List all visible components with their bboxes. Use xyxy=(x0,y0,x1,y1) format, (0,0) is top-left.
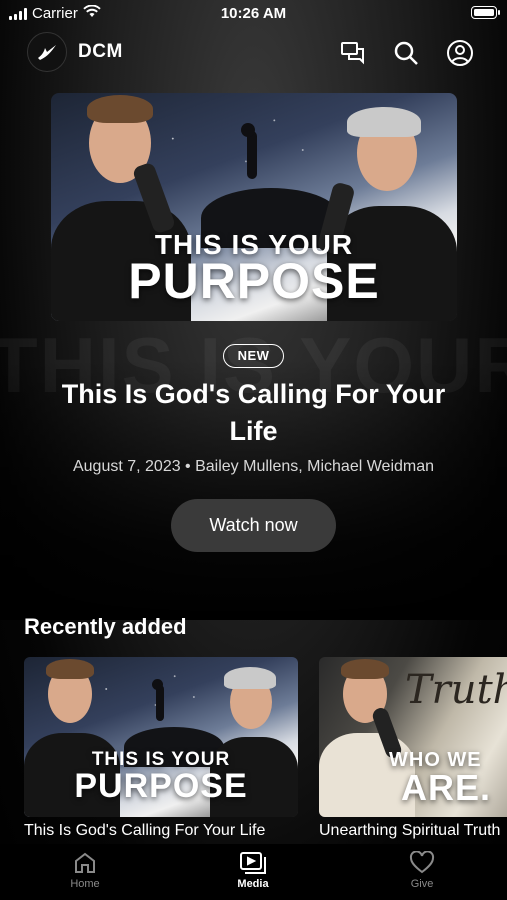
tab-media[interactable]: Media xyxy=(213,848,293,890)
tab-home-label: Home xyxy=(70,878,100,890)
home-icon xyxy=(45,848,125,878)
chat-icon[interactable] xyxy=(338,38,368,68)
tab-bar: Home Media Give xyxy=(0,844,507,900)
media-card-title[interactable]: This Is God's Calling For Your Life xyxy=(24,822,298,840)
tab-give-label: Give xyxy=(410,878,434,890)
media-card-title[interactable]: Unearthing Spiritual Truth xyxy=(319,822,507,840)
recently-added-heading: Recently added xyxy=(24,614,187,639)
media-icon xyxy=(213,848,293,878)
new-badge: NEW xyxy=(223,344,284,368)
hero-thumb-line2: PURPOSE xyxy=(128,253,380,309)
card-thumb-script: Truth xyxy=(405,667,507,713)
tab-home[interactable]: Home xyxy=(45,848,125,890)
card2-thumb-line2: ARE. xyxy=(401,767,492,808)
card-thumb-line2: PURPOSE xyxy=(74,767,248,805)
media-card[interactable]: THIS IS YOUR PURPOSE xyxy=(24,657,298,817)
heart-icon xyxy=(382,848,462,878)
hero-title[interactable]: This Is God's Calling For Your Life xyxy=(40,376,467,450)
brand-name: DCM xyxy=(78,41,123,62)
search-icon[interactable] xyxy=(391,38,421,68)
clock: 10:26 AM xyxy=(220,5,287,22)
hero-meta: August 7, 2023 • Bailey Mullens, Michael… xyxy=(72,458,435,475)
watch-now-button[interactable]: Watch now xyxy=(171,499,336,552)
app-header: DCM xyxy=(0,32,507,74)
profile-icon[interactable] xyxy=(445,38,475,68)
media-card[interactable]: Truth WHO WE ARE. xyxy=(319,657,507,817)
status-bar: Carrier 10:26 AM xyxy=(0,0,507,28)
tab-media-label: Media xyxy=(237,878,269,890)
dcm-logo-icon[interactable] xyxy=(27,32,67,72)
tab-give[interactable]: Give xyxy=(382,848,462,890)
battery-icon xyxy=(471,6,500,19)
hero-thumbnail[interactable]: THIS IS YOUR PURPOSE xyxy=(51,93,457,321)
